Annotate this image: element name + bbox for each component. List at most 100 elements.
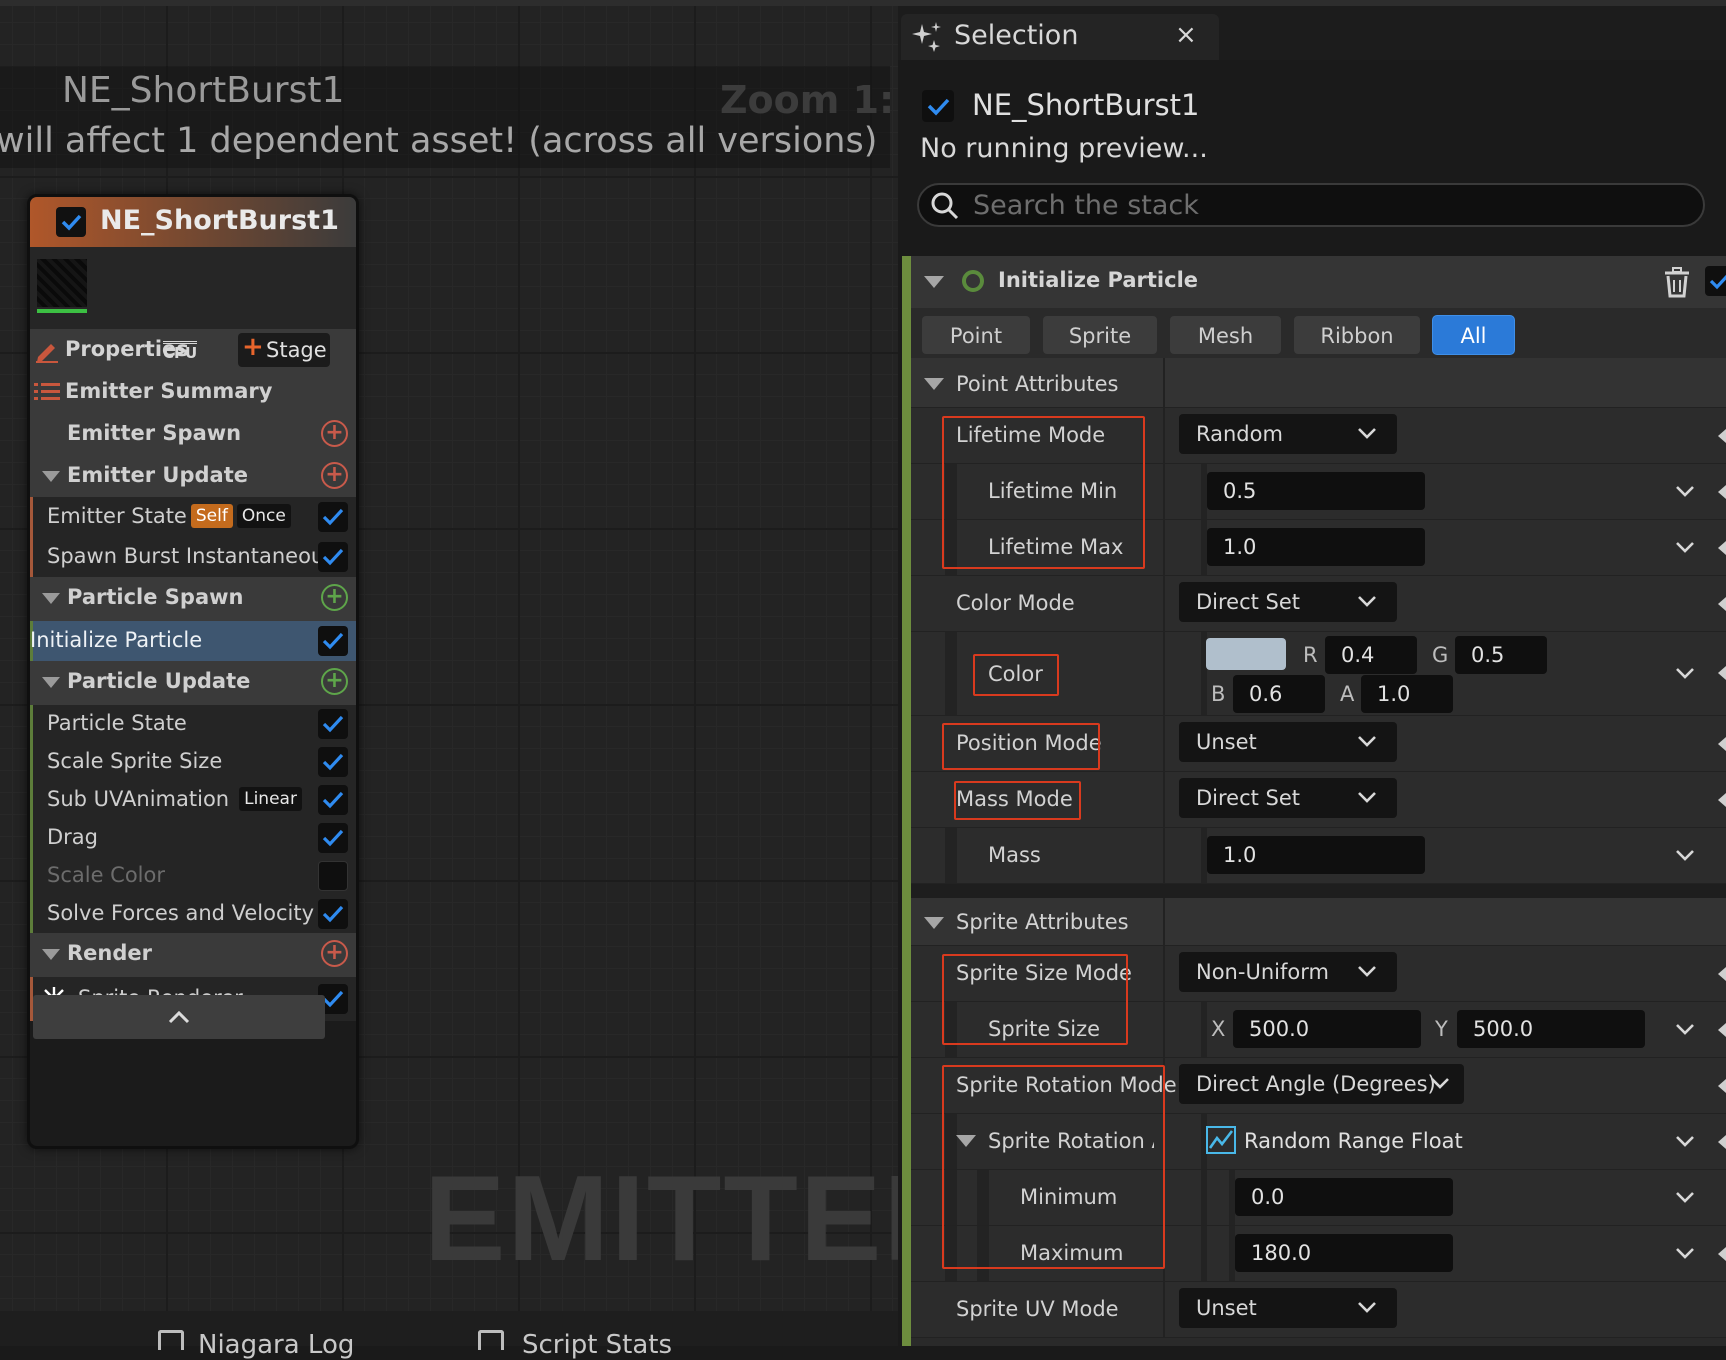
filter-all-button[interactable]: All [1432,315,1515,355]
chevron-down-icon[interactable] [1675,1246,1695,1260]
lifetime-max-input[interactable]: 1.0 [1207,528,1425,566]
close-tab-button[interactable]: × [1175,20,1197,50]
add-renderer-button[interactable]: + [321,940,348,967]
collapse-triangle-icon[interactable] [924,917,944,929]
emitter-spawn-section[interactable]: Emitter Spawn + [30,413,356,455]
emitter-node[interactable]: NE_ShortBurst1 Properties CPU + Stage Em… [27,194,359,1149]
add-emitter-spawn-module-button[interactable]: + [321,420,348,447]
emitter-node-header[interactable]: NE_ShortBurst1 [30,197,356,247]
lifetime-min-input[interactable]: 0.5 [1207,472,1425,510]
module-drag[interactable]: Drag [30,819,356,857]
reset-arrow-icon[interactable] [1718,737,1726,751]
reset-arrow-icon[interactable] [1718,1247,1726,1261]
color-r-input[interactable]: 0.4 [1325,636,1417,674]
sprite-size-x-input[interactable]: 500.0 [1233,1010,1421,1048]
reset-arrow-icon[interactable] [1718,429,1726,443]
module-enabled-checkbox[interactable] [318,899,348,929]
module-initialize-particle[interactable]: Initialize Particle [30,621,356,661]
dynamic-input-graph-icon[interactable] [1206,1126,1236,1154]
color-b-input[interactable]: 0.6 [1233,675,1325,713]
tab-script-stats[interactable]: Script Stats [522,1330,672,1360]
color-a-input[interactable]: 1.0 [1361,675,1453,713]
reset-arrow-icon[interactable] [1718,967,1726,981]
mass-mode-dropdown[interactable]: Direct Set [1179,778,1397,818]
filter-sprite-button[interactable]: Sprite [1042,315,1158,355]
emitter-summary-row[interactable]: Emitter Summary [30,371,356,413]
reset-arrow-icon[interactable] [1718,485,1726,499]
chevron-down-icon[interactable] [1675,848,1695,862]
color-swatch[interactable] [1206,638,1286,670]
emitter-enabled-checkbox[interactable] [56,207,86,237]
collapse-triangle-icon[interactable] [42,471,60,482]
reset-arrow-icon[interactable] [1718,1135,1726,1149]
dropdown-value: Unset [1196,730,1257,754]
sprite-size-mode-dropdown[interactable]: Non-Uniform [1179,952,1397,992]
module-emitter-state[interactable]: Emitter State Self Once [30,497,356,537]
chevron-down-icon[interactable] [1675,1134,1695,1148]
module-sub-uv-animation[interactable]: Sub UVAnimation Linear [30,781,356,819]
add-particle-spawn-module-button[interactable]: + [321,584,348,611]
module-enabled-checkbox[interactable] [318,823,348,853]
filter-ribbon-button[interactable]: Ribbon [1293,315,1421,355]
render-section[interactable]: Render + [30,933,356,977]
particle-spawn-section[interactable]: Particle Spawn + [30,577,356,621]
properties-row[interactable]: Properties CPU + Stage [30,329,356,371]
module-enabled-checkbox[interactable] [318,502,348,532]
module-enabled-checkbox[interactable] [1705,266,1726,296]
chevron-down-icon[interactable] [1675,540,1695,554]
module-enabled-checkbox[interactable] [318,747,348,777]
color-mode-dropdown[interactable]: Direct Set [1179,582,1397,622]
collapse-triangle-icon[interactable] [924,276,944,288]
collapse-triangle-icon[interactable] [924,378,944,390]
reset-arrow-icon[interactable] [1718,793,1726,807]
selected-emitter-name: NE_ShortBurst1 [972,88,1200,122]
module-enabled-checkbox[interactable] [318,626,348,656]
collapse-node-button[interactable] [33,995,325,1039]
maximum-input[interactable]: 180.0 [1235,1234,1453,1272]
emitter-thumbnail[interactable] [37,259,87,307]
reset-arrow-icon[interactable] [1718,1023,1726,1037]
module-enabled-checkbox[interactable] [318,785,348,815]
collapse-triangle-icon[interactable] [42,593,60,604]
stack-search-input[interactable] [973,190,1673,220]
dropdown-value: Direct Angle (Degrees) [1196,1072,1436,1096]
reset-arrow-icon[interactable] [1718,1079,1726,1093]
chevron-down-icon[interactable] [1675,666,1695,680]
sprite-uv-mode-dropdown[interactable]: Unset [1179,1288,1397,1328]
add-particle-update-module-button[interactable]: + [321,668,348,695]
mass-input[interactable]: 1.0 [1207,836,1425,874]
add-stage-button[interactable]: + Stage [238,332,330,367]
module-enabled-checkbox[interactable] [318,542,348,572]
reset-arrow-icon[interactable] [1718,541,1726,555]
reset-arrow-icon[interactable] [1718,597,1726,611]
stack-search-box[interactable] [917,183,1705,227]
module-enabled-checkbox[interactable] [318,709,348,739]
chevron-down-icon[interactable] [1675,1190,1695,1204]
emitter-update-section[interactable]: Emitter Update + [30,455,356,497]
color-g-input[interactable]: 0.5 [1455,636,1547,674]
module-enabled-checkbox[interactable] [318,861,348,891]
position-mode-dropdown[interactable]: Unset [1179,722,1397,762]
sprite-rotation-mode-dropdown[interactable]: Direct Angle (Degrees) [1179,1064,1464,1104]
collapse-triangle-icon[interactable] [42,949,60,960]
tab-niagara-log[interactable]: Niagara Log [198,1330,354,1360]
filter-mesh-button[interactable]: Mesh [1169,315,1282,355]
module-particle-state[interactable]: Particle State [30,705,356,743]
selected-emitter-checkbox[interactable] [922,90,954,122]
chevron-down-icon[interactable] [1675,1022,1695,1036]
sprite-size-y-input[interactable]: 500.0 [1457,1010,1645,1048]
dynamic-input-value[interactable]: Random Range Float [1244,1129,1463,1153]
module-scale-sprite-size[interactable]: Scale Sprite Size [30,743,356,781]
module-spawn-burst-instantaneous[interactable]: Spawn Burst Instantaneous [30,537,356,577]
module-solve-forces-and-velocity[interactable]: Solve Forces and Velocity [30,895,356,933]
lifetime-mode-dropdown[interactable]: Random [1179,414,1397,454]
module-scale-color[interactable]: Scale Color [30,857,356,895]
minimum-input[interactable]: 0.0 [1235,1178,1453,1216]
particle-update-section[interactable]: Particle Update + [30,661,356,705]
collapse-triangle-icon[interactable] [42,677,60,688]
delete-module-button[interactable] [1662,266,1692,298]
chevron-down-icon[interactable] [1675,484,1695,498]
filter-point-button[interactable]: Point [921,315,1031,355]
reset-arrow-icon[interactable] [1718,666,1726,680]
add-emitter-update-module-button[interactable]: + [321,462,348,489]
